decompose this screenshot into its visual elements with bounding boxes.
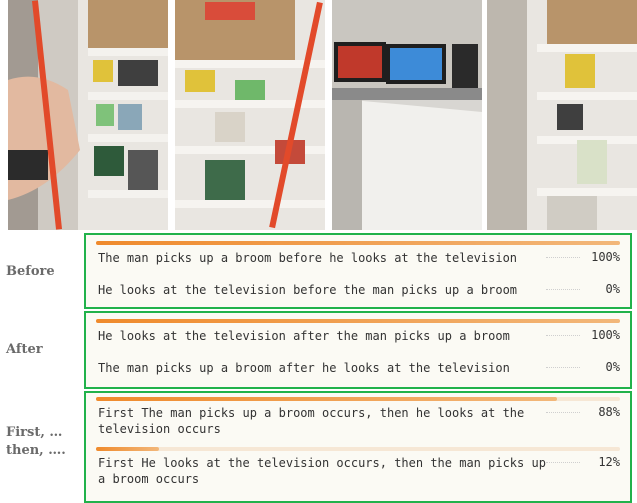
answer-option[interactable]: He looks at the television before the ma…: [96, 273, 620, 303]
confidence-bar: [96, 447, 159, 451]
dotted-leader: [546, 412, 580, 413]
video-frame-3: [332, 0, 482, 230]
dotted-leader: [546, 367, 580, 368]
row-label-before: Before: [6, 264, 55, 279]
answer-percent: 88%: [598, 405, 620, 419]
answer-percent: 100%: [591, 328, 620, 342]
answer-text: He looks at the television after the man…: [98, 329, 510, 343]
row-label-line: First, …: [6, 425, 63, 440]
row-label-after: After: [6, 342, 43, 357]
answer-percent: 100%: [591, 250, 620, 264]
answer-text: The man picks up a broom before he looks…: [98, 251, 518, 265]
dotted-leader: [546, 289, 580, 290]
answer-option[interactable]: First He looks at the television occurs,…: [96, 447, 620, 493]
confidence-bar-track: [96, 447, 620, 451]
video-frame-4: [487, 0, 637, 230]
row-label-line: then, ….: [6, 443, 66, 458]
video-frames-strip: [0, 0, 637, 230]
dotted-leader: [546, 257, 580, 258]
answer-option[interactable]: He looks at the television after the man…: [96, 319, 620, 349]
video-frame-1: [8, 0, 168, 230]
answer-text: The man picks up a broom after he looks …: [98, 361, 510, 375]
dotted-leader: [546, 335, 580, 336]
confidence-bar: [96, 241, 620, 245]
answer-option[interactable]: First The man picks up a broom occurs, t…: [96, 397, 620, 443]
answer-option[interactable]: The man picks up a broom before he looks…: [96, 241, 620, 271]
answer-text: First He looks at the television occurs,…: [98, 456, 546, 486]
answer-percent: 0%: [605, 360, 620, 374]
confidence-bar: [96, 397, 558, 401]
answer-percent: 0%: [605, 282, 620, 296]
answer-percent: 12%: [598, 455, 620, 469]
answer-text: He looks at the television before the ma…: [98, 283, 518, 297]
answer-text: First The man picks up a broom occurs, t…: [98, 406, 525, 436]
question-panel-after: He looks at the television after the man…: [84, 311, 632, 389]
answer-option[interactable]: The man picks up a broom after he looks …: [96, 351, 620, 381]
question-panel-before: The man picks up a broom before he looks…: [84, 233, 632, 309]
confidence-bar: [96, 319, 620, 323]
row-label-first-then: First, … then, ….: [6, 424, 80, 460]
dotted-leader: [546, 462, 580, 463]
video-frame-2: [175, 0, 325, 230]
question-panel-first-then: First The man picks up a broom occurs, t…: [84, 391, 632, 503]
